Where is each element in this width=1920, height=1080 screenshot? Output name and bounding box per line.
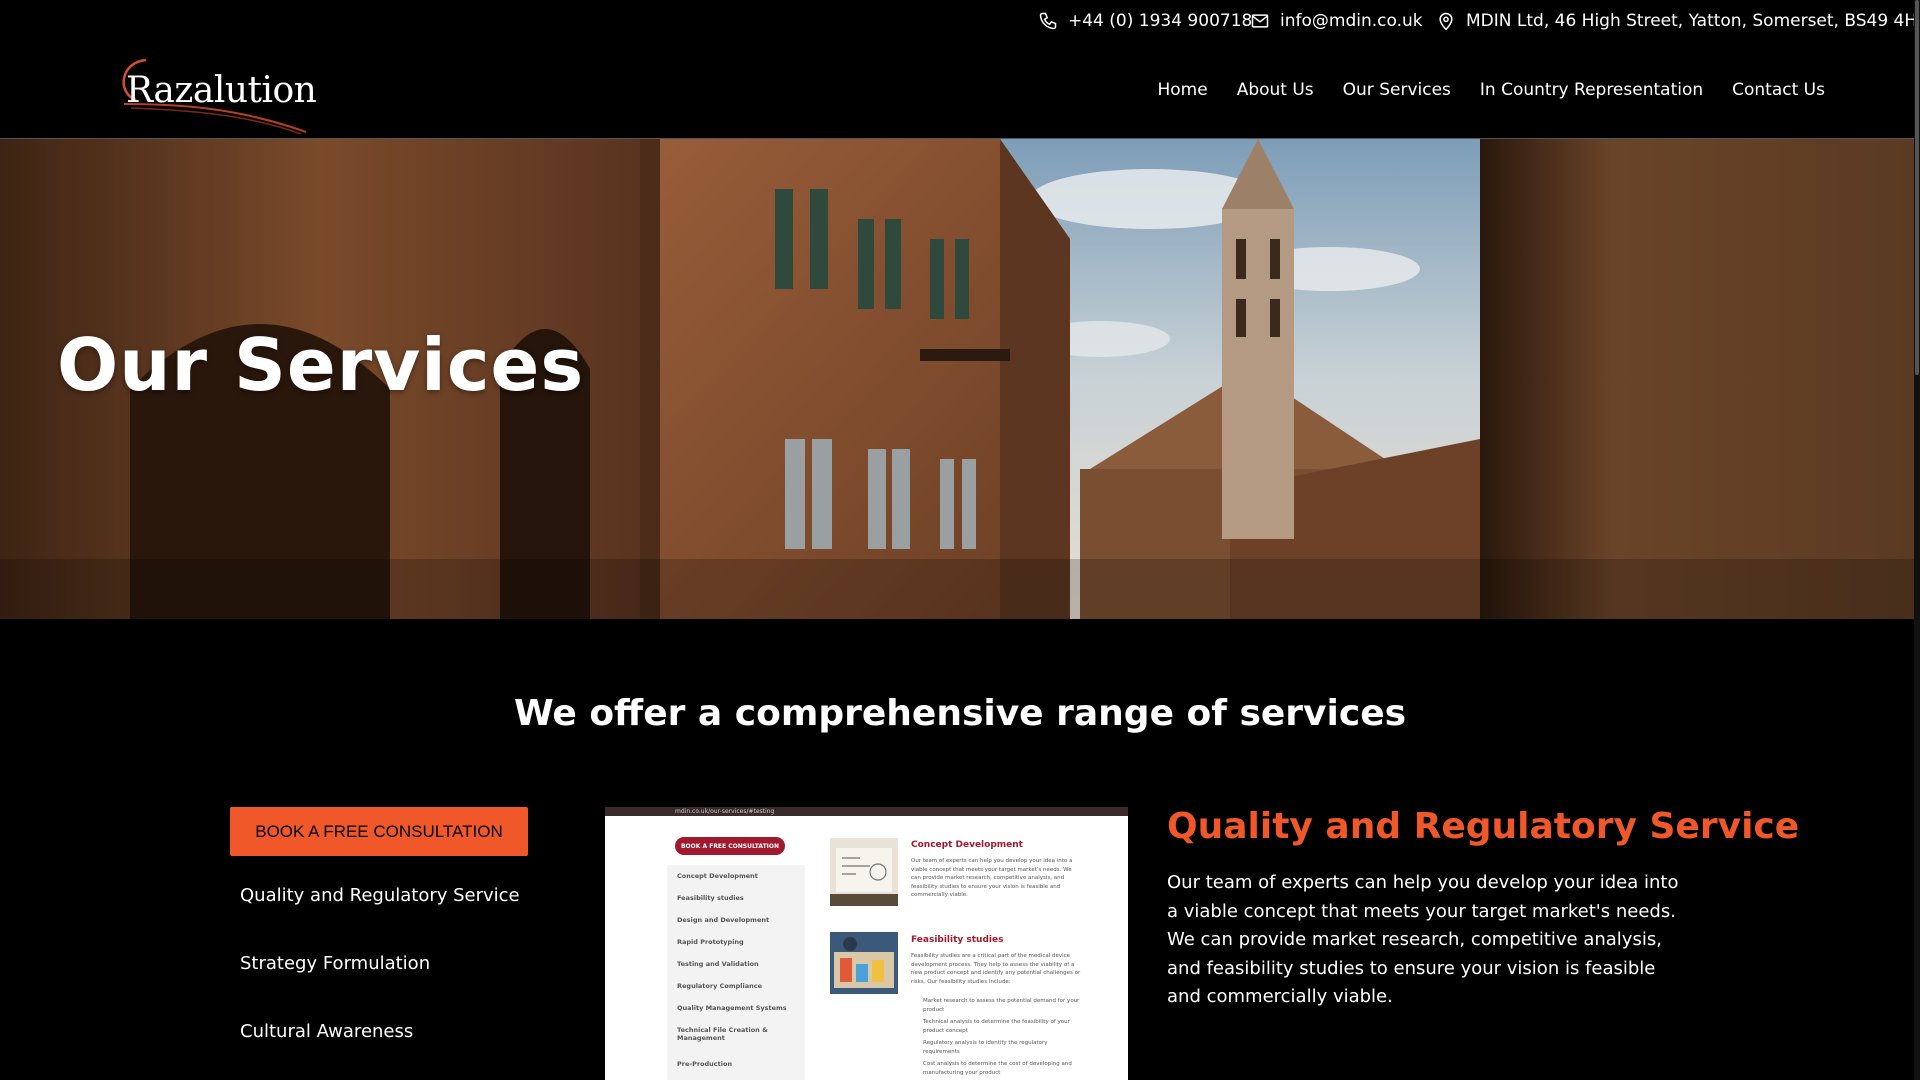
preview-menu-item: Quality Management Systems bbox=[677, 1004, 787, 1012]
main-nav: Home About Us Our Services In Country Re… bbox=[1157, 80, 1825, 100]
preview-menu-item: Design and Development bbox=[677, 916, 770, 924]
preview-menu-item: Pre-Production bbox=[677, 1060, 733, 1068]
services-page-screenshot: mdin.co.uk/our-services/#testing BOOK A … bbox=[605, 807, 1128, 1080]
preview-bullet: Regulatory analysis to identify the regu… bbox=[923, 1040, 1048, 1055]
book-consultation-button[interactable]: BOOK A FREE CONSULTATION bbox=[230, 807, 528, 856]
preview-text-concept: Our team of experts can help you develop… bbox=[911, 858, 1073, 898]
phone-icon bbox=[1039, 12, 1057, 30]
logo-text: Razalution bbox=[126, 70, 317, 111]
service-detail-title: Quality and Regulatory Service bbox=[1167, 806, 1800, 847]
preview-bullet: Market research to assess the potential … bbox=[923, 998, 1080, 1013]
preview-menu-item: Testing and Validation bbox=[677, 960, 759, 968]
services-menu: Quality and Regulatory Service Strategy … bbox=[240, 885, 520, 1080]
preview-menu-item: Feasibility studies bbox=[677, 894, 744, 902]
preview-services-menu: Concept Development Feasibility studies … bbox=[667, 865, 805, 1080]
browser-address-bar: mdin.co.uk/our-services/#testing bbox=[605, 807, 1128, 816]
preview-cta-button: BOOK A FREE CONSULTATION bbox=[675, 837, 785, 855]
concept-sketch-image bbox=[830, 838, 898, 906]
preview-heading-feasibility: Feasibility studies bbox=[911, 935, 1004, 945]
preview-menu-item: Rapid Prototyping bbox=[677, 938, 744, 946]
nav-home[interactable]: Home bbox=[1157, 80, 1207, 100]
services-menu-item[interactable]: Quality and Regulatory Service bbox=[240, 885, 520, 953]
page-title: Our Services bbox=[57, 323, 585, 407]
preview-bullet: Cost analysis to determine the cost of d… bbox=[923, 1061, 1072, 1076]
preview-bullet: Technical analysis to determine the feas… bbox=[923, 1019, 1070, 1034]
address-text: MDIN Ltd, 46 High Street, Yatton, Somers… bbox=[1466, 11, 1920, 31]
services-menu-item[interactable]: Cultural Awareness bbox=[240, 1021, 520, 1080]
preview-heading-concept: Concept Development bbox=[911, 840, 1023, 850]
scrollbar-thumb[interactable] bbox=[1915, 0, 1919, 375]
site-logo[interactable]: Razalution bbox=[116, 52, 317, 134]
contact-bar: +44 (0) 1934 900718 info@mdin.co.uk MDIN… bbox=[0, 0, 1920, 42]
feasibility-study-image bbox=[830, 932, 898, 994]
phone-text: +44 (0) 1934 900718 bbox=[1068, 11, 1253, 31]
nav-contact-us[interactable]: Contact Us bbox=[1732, 80, 1825, 100]
phone-link[interactable]: +44 (0) 1934 900718 bbox=[1038, 10, 1252, 32]
services-menu-item[interactable]: Strategy Formulation bbox=[240, 953, 520, 1021]
preview-bullet-list: Market research to assess the potential … bbox=[923, 997, 1083, 1080]
hero-banner: Our Services bbox=[0, 139, 1920, 619]
nav-in-country-representation[interactable]: In Country Representation bbox=[1480, 80, 1703, 100]
preview-menu-item: Regulatory Compliance bbox=[677, 982, 762, 990]
preview-text-feasibility: Feasibility studies are a critical part … bbox=[911, 953, 1081, 985]
service-detail-text: Our team of experts can help you develop… bbox=[1167, 872, 1679, 1007]
nav-our-services[interactable]: Our Services bbox=[1343, 80, 1451, 100]
browser-url: mdin.co.uk/our-services/#testing bbox=[675, 808, 775, 815]
nav-about-us[interactable]: About Us bbox=[1237, 80, 1314, 100]
location-pin-icon bbox=[1439, 12, 1453, 31]
services-intro-heading: We offer a comprehensive range of servic… bbox=[513, 693, 1407, 734]
page-scrollbar[interactable] bbox=[1914, 0, 1920, 1080]
email-text: info@mdin.co.uk bbox=[1280, 11, 1423, 31]
mail-icon bbox=[1251, 14, 1269, 28]
email-link[interactable]: info@mdin.co.uk bbox=[1250, 10, 1423, 32]
site-header: Razalution Home About Us Our Services In… bbox=[0, 42, 1920, 139]
preview-menu-item: Concept Development bbox=[677, 872, 758, 880]
address-link[interactable]: MDIN Ltd, 46 High Street, Yatton, Somers… bbox=[1436, 10, 1920, 32]
preview-menu-item: Technical File Creation & Management bbox=[677, 1026, 768, 1042]
